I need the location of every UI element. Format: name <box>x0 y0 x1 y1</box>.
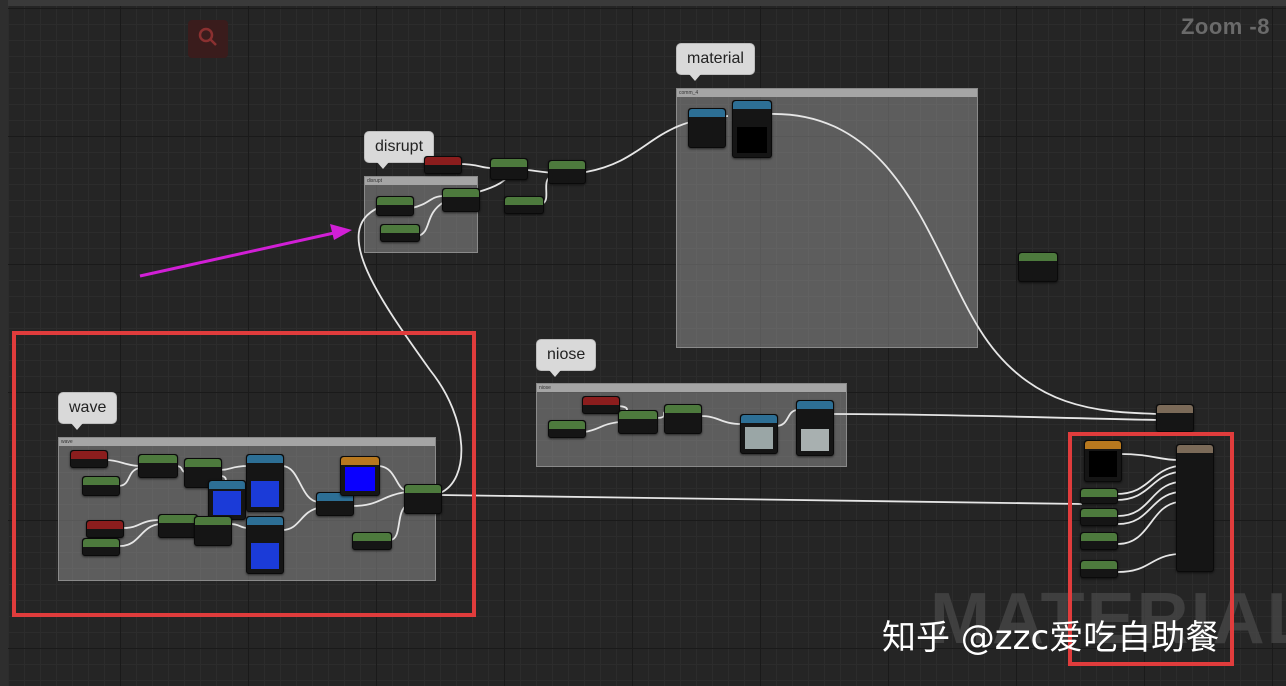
lerp-node[interactable] <box>548 160 586 184</box>
multiply-node[interactable] <box>442 188 480 212</box>
scalar-node[interactable] <box>380 224 420 242</box>
noise-preview <box>801 429 829 451</box>
noise-preview <box>745 427 773 449</box>
multiply-node[interactable] <box>618 410 658 434</box>
panner-node[interactable] <box>376 196 414 216</box>
material-graph-canvas[interactable]: Zoom -8 comm_4 material disrupt disrupt … <box>0 0 1286 686</box>
noise-texture-node[interactable] <box>740 414 778 454</box>
add-node[interactable] <box>490 158 528 180</box>
param-node[interactable] <box>424 156 462 174</box>
texture-preview <box>737 127 767 153</box>
scalar-node[interactable] <box>548 420 586 438</box>
watermark-text: 知乎 @zzc爱吃自助餐 <box>882 618 1220 658</box>
annotation-arrow <box>139 224 352 278</box>
wave-highlight-box <box>12 331 476 617</box>
noise-texture-node[interactable] <box>796 400 834 456</box>
texture-object-node[interactable] <box>732 100 772 158</box>
orphan-node[interactable] <box>1018 252 1058 282</box>
param-node[interactable] <box>582 396 620 414</box>
scalar-node[interactable] <box>504 196 544 214</box>
panner-node[interactable] <box>664 404 702 434</box>
texture-sample-node[interactable] <box>688 108 726 148</box>
output-reroute-node[interactable] <box>1156 404 1194 432</box>
